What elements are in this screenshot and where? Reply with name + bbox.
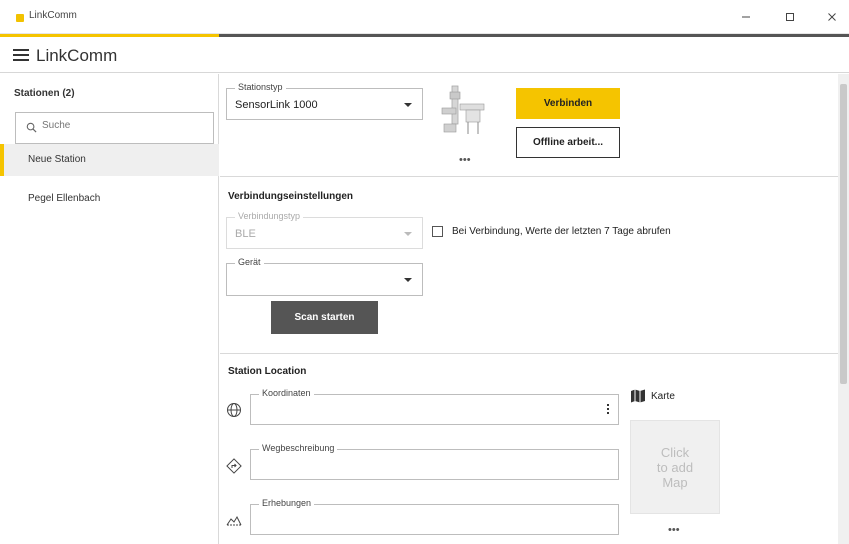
connection-type-select[interactable]: Verbindungstyp BLE <box>226 211 423 249</box>
coordinates-more-icon[interactable] <box>607 404 610 416</box>
app-title: LinkComm <box>36 46 118 65</box>
connection-type-label: Verbindungstyp <box>235 211 304 221</box>
station-more-menu[interactable]: ••• <box>459 154 471 166</box>
window-title: LinkComm <box>29 10 77 21</box>
connection-settings-title: Verbindungseinstellungen <box>228 191 354 202</box>
station-type-label: Stationstyp <box>235 82 286 92</box>
scrollbar-thumb[interactable] <box>840 84 847 384</box>
station-item-pegel-ellenbach[interactable]: Pegel Ellenbach <box>0 183 219 215</box>
map-icon <box>631 389 645 403</box>
coordinates-field[interactable]: Koordinaten <box>250 388 619 425</box>
stations-header: Stationen (2) <box>14 88 75 99</box>
directions-field[interactable]: Wegbeschreibung <box>250 443 619 480</box>
close-button[interactable] <box>822 8 842 26</box>
map-placeholder-line3: Map <box>662 474 688 490</box>
fetch-last-7-days-label: Bei Verbindung, Werte der letzten 7 Tage… <box>452 226 671 237</box>
fetch-last-7-days-option[interactable]: Bei Verbindung, Werte der letzten 7 Tage… <box>432 226 671 237</box>
add-map-placeholder[interactable]: Click to add Map <box>630 420 720 514</box>
search-input[interactable] <box>42 120 202 131</box>
minimize-icon <box>742 16 750 18</box>
window-titlebar: LinkComm <box>0 0 849 34</box>
maximize-icon <box>786 13 794 21</box>
directions-icon <box>226 458 242 474</box>
map-label: Karte <box>651 390 675 402</box>
minimize-button[interactable] <box>736 8 756 26</box>
stations-sidebar: Stationen (2) Neue Station Pegel Ellenba… <box>0 74 219 544</box>
offline-button[interactable]: Offline arbeit... <box>516 127 620 158</box>
elevation-icon <box>226 515 242 526</box>
app-header: LinkComm <box>0 37 849 73</box>
close-icon <box>828 13 836 21</box>
elevation-field[interactable]: Erhebungen <box>250 498 619 535</box>
maximize-button[interactable] <box>780 8 800 26</box>
hamburger-menu-icon[interactable] <box>13 49 29 61</box>
globe-icon <box>227 403 241 417</box>
map-toggle[interactable]: Karte <box>630 389 675 403</box>
scan-start-button[interactable]: Scan starten <box>271 301 378 334</box>
device-label: Gerät <box>235 257 264 267</box>
chevron-down-icon <box>404 103 412 107</box>
map-placeholder-line1: Click <box>660 444 690 460</box>
station-item-neue-station[interactable]: Neue Station <box>0 144 219 176</box>
chevron-down-icon <box>404 232 412 236</box>
station-location-title: Station Location <box>228 366 307 377</box>
station-type-section: Stationstyp SensorLink 1000 ••• Verbinde… <box>220 74 838 177</box>
fetch-last-7-days-checkbox[interactable] <box>432 226 443 237</box>
map-placeholder-line2: to add <box>656 459 694 475</box>
location-more-menu[interactable]: ••• <box>668 524 680 536</box>
app-logo-icon <box>16 14 24 22</box>
directions-label: Wegbeschreibung <box>259 443 338 453</box>
station-type-value: SensorLink 1000 <box>235 99 318 111</box>
station-item-label: Neue Station <box>28 154 86 165</box>
station-location-section: Station Location Koordinaten Karte Wegbe… <box>220 354 838 544</box>
elevation-label: Erhebungen <box>259 498 315 508</box>
main-panel: Stationstyp SensorLink 1000 ••• Verbinde… <box>220 74 849 544</box>
coordinates-label: Koordinaten <box>259 388 314 398</box>
connection-type-value: BLE <box>235 228 256 240</box>
chevron-down-icon <box>404 278 412 282</box>
search-icon <box>26 122 37 133</box>
station-type-select[interactable]: Stationstyp SensorLink 1000 <box>226 82 423 120</box>
sensorlink-device-image <box>441 85 485 134</box>
connection-settings-section: Verbindungseinstellungen Verbindungstyp … <box>220 177 838 354</box>
device-select[interactable]: Gerät <box>226 257 423 296</box>
search-box[interactable] <box>15 112 214 144</box>
station-item-label: Pegel Ellenbach <box>28 193 101 204</box>
connect-button[interactable]: Verbinden <box>516 88 620 119</box>
